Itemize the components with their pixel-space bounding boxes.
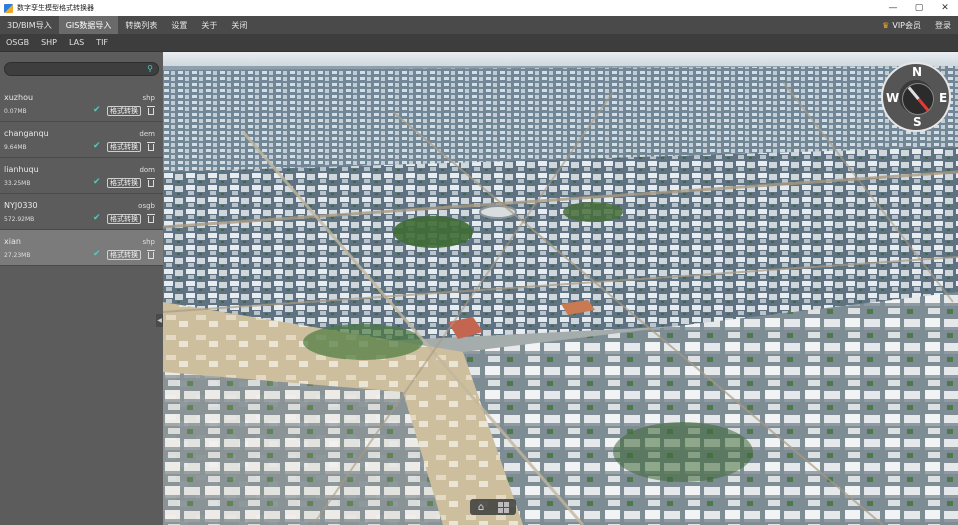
subbar-tif[interactable]: TIF (90, 38, 114, 47)
file-name: lianhuqu (4, 165, 39, 174)
app-logo-icon (4, 3, 13, 13)
compass-south: S (913, 115, 922, 129)
city-scene (163, 52, 958, 525)
subbar-shp[interactable]: SHP (35, 38, 63, 47)
menu-close[interactable]: 关闭 (224, 16, 254, 34)
file-size: 33.25MB (4, 180, 31, 187)
file-item-xuzhou[interactable]: xuzhou shp 0.07MB ✔ 格式转换 (0, 86, 163, 122)
minimize-button[interactable]: — (880, 0, 906, 16)
vip-label: VIP会员 (892, 20, 921, 30)
trash-icon[interactable] (147, 250, 155, 259)
subbar-las[interactable]: LAS (63, 38, 90, 47)
trash-icon[interactable] (147, 214, 155, 223)
compass-east: E (939, 91, 948, 105)
trash-icon[interactable] (147, 142, 155, 151)
search-input[interactable] (13, 63, 141, 75)
menu-3d-bim-import[interactable]: 3D/BIM导入 (0, 16, 59, 34)
file-type: shp (142, 238, 155, 246)
file-name: xian (4, 237, 21, 246)
trash-icon[interactable] (147, 178, 155, 187)
file-size: 0.07MB (4, 108, 27, 115)
file-item-nyj0330[interactable]: NYJ0330 osgb 572.92MB ✔ 格式转换 (0, 194, 163, 230)
convert-button[interactable]: 格式转换 (107, 142, 141, 152)
layers-grid-icon[interactable] (492, 499, 514, 515)
app-window: 数字孪生模型格式转换器 — ▢ ✕ 3D/BIM导入 GIS数据导入 转换列表 … (0, 0, 958, 525)
sidebar-collapse-handle[interactable]: ◀ (156, 314, 163, 327)
file-item-changanqu[interactable]: changanqu dem 9.64MB ✔ 格式转换 (0, 122, 163, 158)
close-button[interactable]: ✕ (932, 0, 958, 16)
menu-about[interactable]: 关于 (194, 16, 224, 34)
check-icon: ✔ (93, 105, 101, 115)
file-item-lianhuqu[interactable]: lianhuqu dom 33.25MB ✔ 格式转换 (0, 158, 163, 194)
home-view-icon[interactable]: ⌂ (470, 499, 492, 515)
compass-widget[interactable]: N S W E (881, 62, 951, 132)
check-icon: ✔ (93, 213, 101, 223)
check-icon: ✔ (93, 249, 101, 259)
format-subbar: OSGB SHP LAS TIF (0, 34, 958, 52)
convert-button[interactable]: 格式转换 (107, 106, 141, 116)
compass-west: W (886, 91, 900, 105)
search-icon[interactable]: ⚲ (147, 64, 153, 73)
convert-button[interactable]: 格式转换 (107, 250, 141, 260)
menu-settings[interactable]: 设置 (164, 16, 194, 34)
convert-button[interactable]: 格式转换 (107, 178, 141, 188)
check-icon: ✔ (93, 177, 101, 187)
map-3d-viewport[interactable]: N S W E ⌂ (163, 52, 958, 525)
compass-north: N (912, 65, 923, 79)
menu-spacer (254, 16, 875, 34)
menu-convert-list[interactable]: 转换列表 (118, 16, 164, 34)
file-list: xuzhou shp 0.07MB ✔ 格式转换 changanqu dem 9… (0, 86, 163, 266)
menu-gis-import[interactable]: GIS数据导入 (58, 16, 119, 34)
file-size: 27.23MB (4, 252, 31, 259)
window-title: 数字孪生模型格式转换器 (17, 4, 94, 12)
file-type: dom (139, 166, 155, 174)
login-button[interactable]: 登录 (928, 16, 958, 34)
convert-button[interactable]: 格式转换 (107, 214, 141, 224)
file-type: shp (142, 94, 155, 102)
search-box: ⚲ (4, 62, 159, 76)
subbar-osgb[interactable]: OSGB (0, 38, 35, 47)
check-icon: ✔ (93, 141, 101, 151)
file-name: NYJ0330 (4, 201, 38, 210)
file-name: changanqu (4, 129, 49, 138)
view-controls: ⌂ (470, 499, 516, 515)
maximize-button[interactable]: ▢ (906, 0, 932, 16)
crown-icon: ♛ (882, 20, 890, 30)
file-item-xian[interactable]: xian shp 27.23MB ✔ 格式转换 (0, 230, 163, 266)
title-bar: 数字孪生模型格式转换器 — ▢ ✕ (0, 0, 958, 16)
file-name: xuzhou (4, 93, 34, 102)
menu-bar: 3D/BIM导入 GIS数据导入 转换列表 设置 关于 关闭 ♛ VIP会员 登… (0, 16, 958, 34)
vip-button[interactable]: ♛ VIP会员 (875, 16, 928, 34)
file-type: osgb (138, 202, 155, 210)
file-size: 9.64MB (4, 144, 27, 151)
file-sidebar: ⚲ xuzhou shp 0.07MB ✔ 格式转换 changanqu dem… (0, 52, 163, 525)
trash-icon[interactable] (147, 106, 155, 115)
file-size: 572.92MB (4, 216, 35, 223)
file-type: dem (139, 130, 155, 138)
